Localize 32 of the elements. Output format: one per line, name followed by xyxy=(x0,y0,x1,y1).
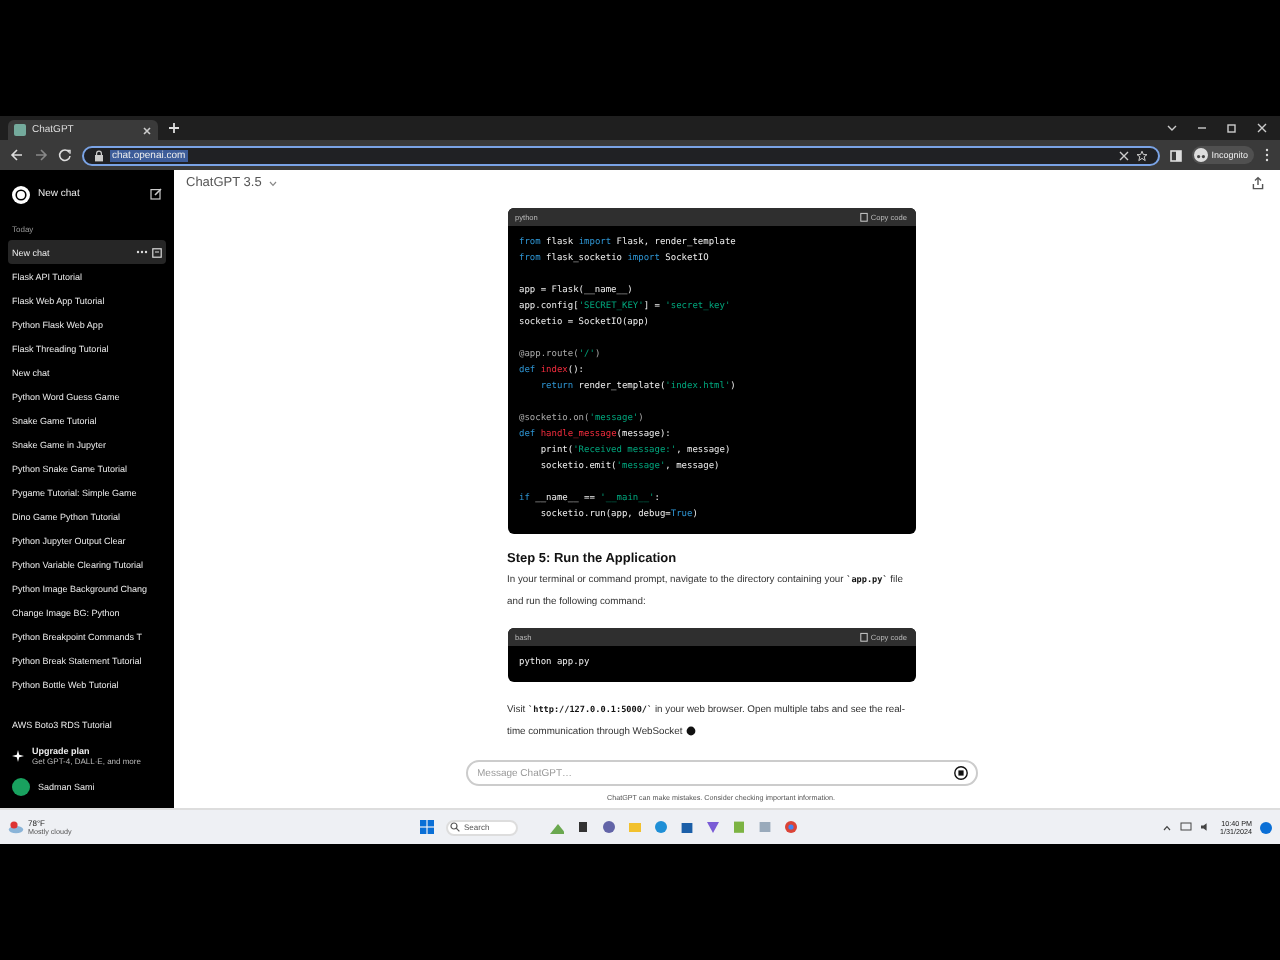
cloud-icon xyxy=(8,820,24,834)
edit-icon[interactable] xyxy=(150,188,162,200)
stop-icon[interactable] xyxy=(953,766,967,780)
back-arrow-icon[interactable] xyxy=(10,148,24,162)
forward-arrow-icon[interactable] xyxy=(34,148,48,162)
clipboard-icon xyxy=(859,632,868,642)
plus-icon[interactable] xyxy=(168,122,180,134)
incognito-icon xyxy=(1193,148,1208,162)
chevron-down-icon xyxy=(267,179,278,187)
speaker-icon[interactable] xyxy=(1200,822,1212,832)
search-icon xyxy=(450,822,460,832)
archive-icon[interactable] xyxy=(152,247,162,257)
close-icon[interactable] xyxy=(142,125,152,135)
funnel-icon[interactable] xyxy=(706,820,720,834)
share-icon[interactable] xyxy=(1252,176,1264,190)
star-icon[interactable] xyxy=(1135,149,1148,161)
avatar-icon xyxy=(12,778,30,796)
logo-icon xyxy=(12,185,30,203)
notification-icon[interactable] xyxy=(1260,821,1272,833)
chevron-up-icon[interactable] xyxy=(1162,823,1172,831)
side-panel-icon[interactable] xyxy=(1169,149,1182,161)
site-icon xyxy=(14,124,26,136)
restore-icon[interactable] xyxy=(1226,122,1238,134)
clipboard-icon xyxy=(859,212,868,222)
windows-start-icon[interactable] xyxy=(420,820,434,834)
close-icon[interactable] xyxy=(1256,122,1268,134)
more-vertical-icon[interactable] xyxy=(1264,148,1270,162)
reload-icon[interactable] xyxy=(58,148,72,162)
sparkle-icon xyxy=(12,750,24,762)
lock-icon xyxy=(94,149,104,161)
chevron-down-icon[interactable] xyxy=(1166,122,1178,134)
minimize-icon[interactable] xyxy=(1196,122,1208,134)
